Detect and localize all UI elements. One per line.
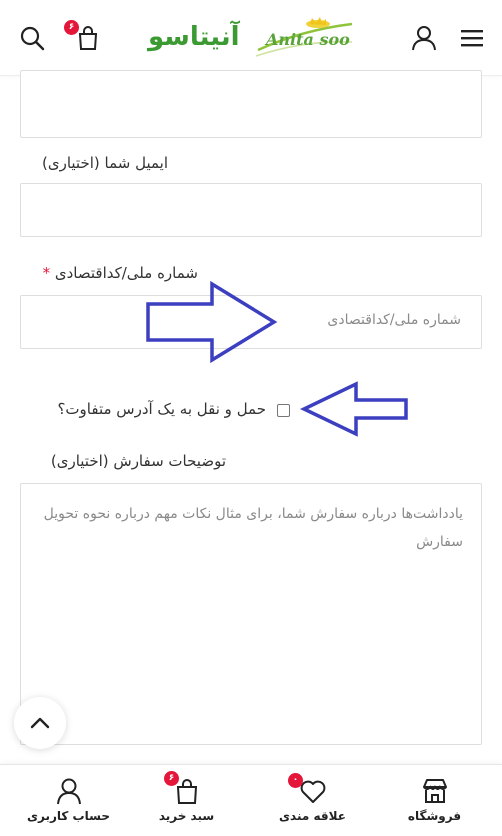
previous-field-input[interactable] <box>20 70 482 138</box>
menu-icon[interactable] <box>456 22 488 54</box>
cart-badge: ۶ <box>64 20 79 35</box>
nav-item-shop[interactable]: فروشگاه <box>372 765 497 836</box>
nav-wishlist-badge: ۰ <box>288 773 303 788</box>
required-asterisk: * <box>42 264 51 282</box>
logo-text-en: Anita soo <box>266 30 350 49</box>
search-icon[interactable] <box>16 22 48 54</box>
annotation-arrow-icon <box>146 280 278 364</box>
nav-cart-badge: ۶ <box>164 771 179 786</box>
chevron-up-icon <box>30 717 50 729</box>
nav-label-account: حساب کاربری <box>27 809 110 823</box>
site-header: ۶ آنیتاسو Anita soo <box>0 0 502 76</box>
nav-item-account[interactable]: حساب کاربری <box>6 765 131 836</box>
bottom-nav: حساب کاربری ۶ سبد خرید ۰ علاقه مندی فروش… <box>0 764 502 836</box>
email-field[interactable] <box>20 183 482 237</box>
order-notes-textarea[interactable]: یادداشت‌ها درباره سفارش شما، برای مثال ن… <box>20 483 482 745</box>
ship-different-label[interactable]: حمل و نقل به یک آدرس متفاوت؟ <box>57 400 266 418</box>
nav-label-wishlist: علاقه مندی <box>279 809 346 823</box>
scroll-to-top-button[interactable] <box>14 697 66 749</box>
order-notes-label: توضیحات سفارش (اختیاری) <box>50 452 226 470</box>
nav-item-cart[interactable]: ۶ سبد خرید <box>124 765 249 836</box>
national-id-placeholder: شماره ملی/کداقتصادی <box>327 312 461 328</box>
email-label: ایمیل شما (اختیاری) <box>42 154 168 172</box>
site-logo[interactable]: آنیتاسو Anita soo <box>148 12 358 64</box>
cart-icon <box>78 26 98 50</box>
nav-label-cart: سبد خرید <box>158 809 215 823</box>
header-cart-button[interactable]: ۶ <box>64 20 104 54</box>
user-icon[interactable] <box>408 22 440 54</box>
order-notes-placeholder: یادداشت‌ها درباره سفارش شما، برای مثال ن… <box>43 506 463 550</box>
user-icon <box>56 778 81 805</box>
ship-different-checkbox[interactable] <box>277 404 290 417</box>
annotation-arrow-icon <box>299 381 408 437</box>
logo-text-fa: آنیتاسو <box>148 22 240 52</box>
nav-item-wishlist[interactable]: ۰ علاقه مندی <box>250 765 375 836</box>
store-icon <box>422 779 447 803</box>
nav-label-shop: فروشگاه <box>407 809 462 823</box>
